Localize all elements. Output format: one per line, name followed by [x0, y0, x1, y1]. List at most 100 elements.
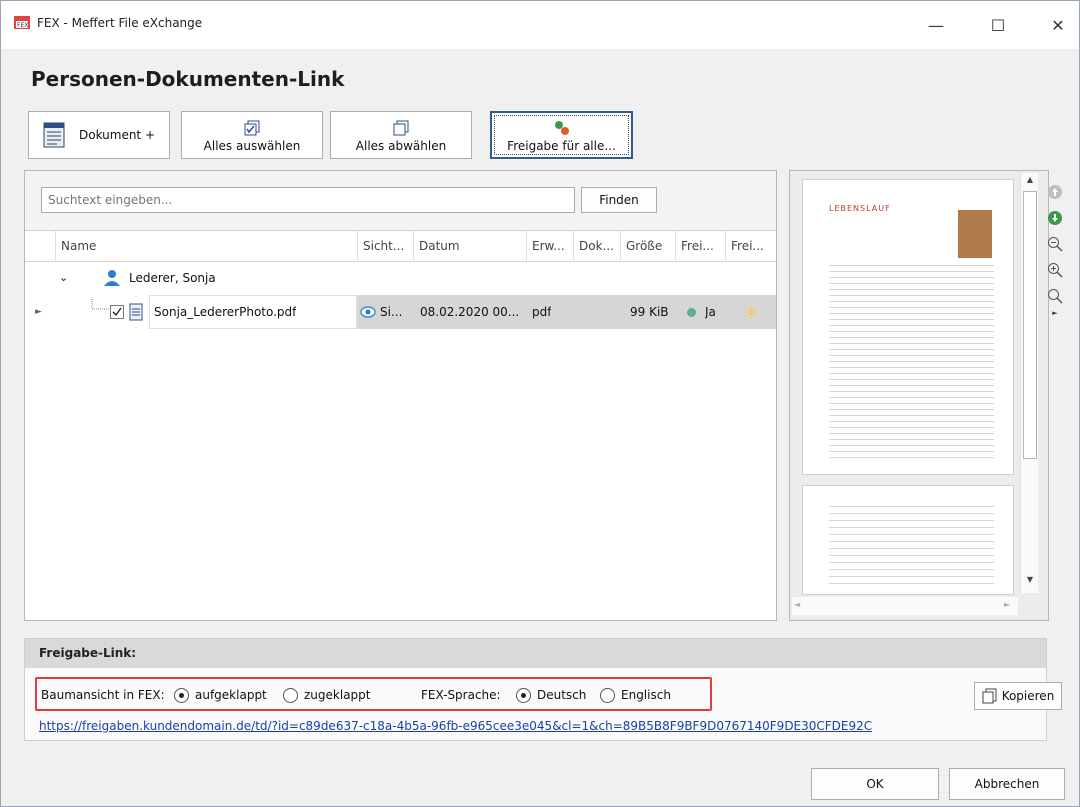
- tree-collapsed-label[interactable]: zugeklappt: [304, 688, 370, 702]
- preview-toolbar: ►: [1041, 179, 1069, 319]
- previous-page-button[interactable]: [1041, 179, 1069, 205]
- scroll-down-icon[interactable]: ▼: [1023, 575, 1037, 589]
- close-icon: ✕: [1051, 15, 1065, 35]
- share-all-label: Freigabe für alle...: [507, 138, 616, 153]
- eye-icon: [360, 306, 376, 318]
- checkmark-icon: [112, 307, 122, 317]
- preview-text-lines-2: [829, 500, 994, 590]
- preview-vertical-scrollbar[interactable]: ▲ ▼: [1020, 173, 1038, 593]
- preview-heading: LEBENSLAUF: [829, 204, 891, 213]
- scroll-left-icon[interactable]: ◄: [794, 600, 800, 609]
- arrow-up-circle-icon: [1048, 185, 1062, 199]
- ok-button[interactable]: OK: [811, 768, 939, 800]
- row-checkbox[interactable]: [110, 305, 124, 319]
- sun-icon: [744, 305, 758, 319]
- next-page-button[interactable]: [1041, 205, 1069, 231]
- document-icon: [129, 303, 143, 321]
- preview-page-2: [802, 485, 1014, 595]
- preview-horizontal-scrollbar[interactable]: ◄ ►: [792, 597, 1018, 615]
- person-icon: [104, 270, 120, 286]
- lang-english-label[interactable]: Englisch: [621, 688, 671, 702]
- zoom-in-button[interactable]: [1041, 257, 1069, 283]
- zoom-menu-button[interactable]: [1041, 283, 1069, 309]
- zoom-out-icon: [1048, 237, 1063, 252]
- column-header-release-1[interactable]: Frei...: [675, 231, 725, 262]
- document-icon: [43, 122, 65, 148]
- preview-page-1: LEBENSLAUF: [802, 179, 1014, 475]
- share-url-link[interactable]: https://freigaben.kundendomain.de/td/?id…: [39, 719, 872, 733]
- document-list-panel: Finden Name Sicht... Datum Erw... Dok...…: [24, 170, 777, 621]
- lang-german-label[interactable]: Deutsch: [537, 688, 586, 702]
- deselect-all-label: Alles abwählen: [355, 138, 447, 153]
- table-row[interactable]: ► Sonja_LedererPhoto.pdf Si... 08.02.202…: [25, 295, 776, 329]
- row-indicator-icon: ►: [35, 307, 42, 317]
- column-header-indicator: [25, 231, 55, 262]
- preview-text-lines: [829, 260, 994, 460]
- page-title: Personen-Dokumenten-Link: [31, 67, 345, 91]
- column-header-name[interactable]: Name: [55, 231, 357, 262]
- visibility-cell: Si...: [380, 305, 403, 319]
- share-link-header: Freigabe-Link:: [25, 639, 1046, 668]
- maximize-button[interactable]: ☐: [975, 9, 1021, 41]
- link-options-highlight: Baumansicht in FEX: aufgeklappt zugeklap…: [35, 677, 712, 711]
- find-button[interactable]: Finden: [581, 187, 657, 213]
- svg-text:FEX: FEX: [17, 22, 28, 29]
- maximize-icon: ☐: [990, 15, 1006, 35]
- arrow-down-circle-icon: [1048, 211, 1062, 225]
- date-cell: 08.02.2020 00...: [420, 305, 520, 319]
- column-header-visibility[interactable]: Sicht...: [357, 231, 413, 262]
- status-dot-icon: [687, 308, 696, 317]
- search-bar: Finden: [25, 171, 776, 231]
- radio-tree-expanded[interactable]: [174, 688, 189, 703]
- scroll-up-icon[interactable]: ▲: [1023, 175, 1037, 189]
- column-header-extension[interactable]: Erw...: [526, 231, 573, 262]
- document-preview: LEBENSLAUF ▲ ▼ ◄ ►: [789, 170, 1049, 621]
- add-document-label: Dokument +: [78, 128, 156, 142]
- scroll-right-icon[interactable]: ►: [1004, 600, 1010, 609]
- released-cell: Ja: [705, 305, 716, 319]
- check-all-icon: [244, 120, 260, 135]
- file-name: Sonja_LedererPhoto.pdf: [154, 305, 297, 319]
- search-input[interactable]: [41, 187, 575, 213]
- add-document-button[interactable]: Dokument +: [28, 111, 170, 159]
- zoom-in-icon: [1048, 263, 1063, 278]
- radio-lang-english[interactable]: [600, 688, 615, 703]
- column-header-release-2[interactable]: Frei...: [725, 231, 776, 262]
- deselect-all-button[interactable]: Alles abwählen: [330, 111, 472, 159]
- column-header-size[interactable]: Größe: [620, 231, 675, 262]
- preview-photo: [958, 210, 992, 258]
- tree-line-icon: [91, 299, 110, 310]
- select-all-button[interactable]: Alles auswählen: [181, 111, 323, 159]
- group-row[interactable]: ⌄ Lederer, Sonja: [25, 263, 776, 293]
- radio-tree-collapsed[interactable]: [283, 688, 298, 703]
- uncheck-all-icon: [393, 120, 409, 135]
- radio-lang-german[interactable]: [516, 688, 531, 703]
- share-icon: [554, 120, 569, 135]
- minimize-button[interactable]: —: [913, 9, 959, 41]
- zoom-out-button[interactable]: [1041, 231, 1069, 257]
- column-header-date[interactable]: Datum: [413, 231, 526, 262]
- close-button[interactable]: ✕: [1035, 9, 1080, 41]
- select-all-label: Alles auswählen: [203, 138, 301, 153]
- app-window: FEX FEX - Meffert File eXchange — ☐ ✕ Pe…: [0, 0, 1080, 807]
- language-label: FEX-Sprache:: [421, 688, 501, 702]
- search-icon: [1048, 289, 1063, 304]
- share-all-button[interactable]: Freigabe für alle...: [490, 111, 633, 159]
- window-title: FEX - Meffert File eXchange: [37, 16, 203, 30]
- scroll-thumb[interactable]: [1023, 191, 1037, 459]
- cancel-button[interactable]: Abbrechen: [949, 768, 1065, 800]
- minimize-icon: —: [928, 15, 944, 35]
- app-logo-icon: FEX: [14, 16, 30, 29]
- copy-label: Kopieren: [1001, 689, 1055, 703]
- tree-view-label: Baumansicht in FEX:: [41, 688, 165, 702]
- extension-cell: pdf: [532, 305, 552, 319]
- group-name: Lederer, Sonja: [129, 271, 216, 285]
- copy-button[interactable]: Kopieren: [974, 682, 1062, 710]
- tree-expanded-label[interactable]: aufgeklappt: [195, 688, 267, 702]
- share-link-panel: Freigabe-Link: Baumansicht in FEX: aufge…: [24, 638, 1062, 741]
- chevron-down-icon[interactable]: ⌄: [59, 261, 68, 295]
- column-header-document[interactable]: Dok...: [573, 231, 620, 262]
- grid-header: Name Sicht... Datum Erw... Dok... Größe …: [25, 231, 776, 262]
- dropdown-arrow-icon[interactable]: ►: [1041, 309, 1069, 319]
- copy-icon: [982, 688, 997, 704]
